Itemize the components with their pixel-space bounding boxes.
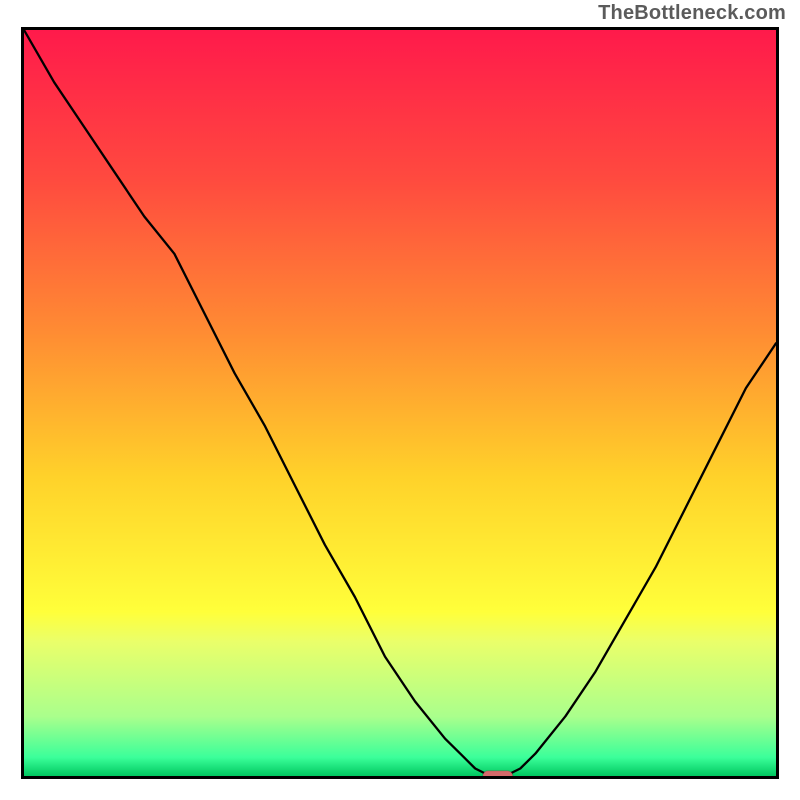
chart-container: TheBottleneck.com xyxy=(0,0,800,800)
optimal-point-marker xyxy=(483,771,513,776)
plot-svg xyxy=(24,30,776,776)
gradient-background xyxy=(24,30,776,776)
plot-frame xyxy=(21,27,779,779)
attribution-label: TheBottleneck.com xyxy=(598,2,786,25)
